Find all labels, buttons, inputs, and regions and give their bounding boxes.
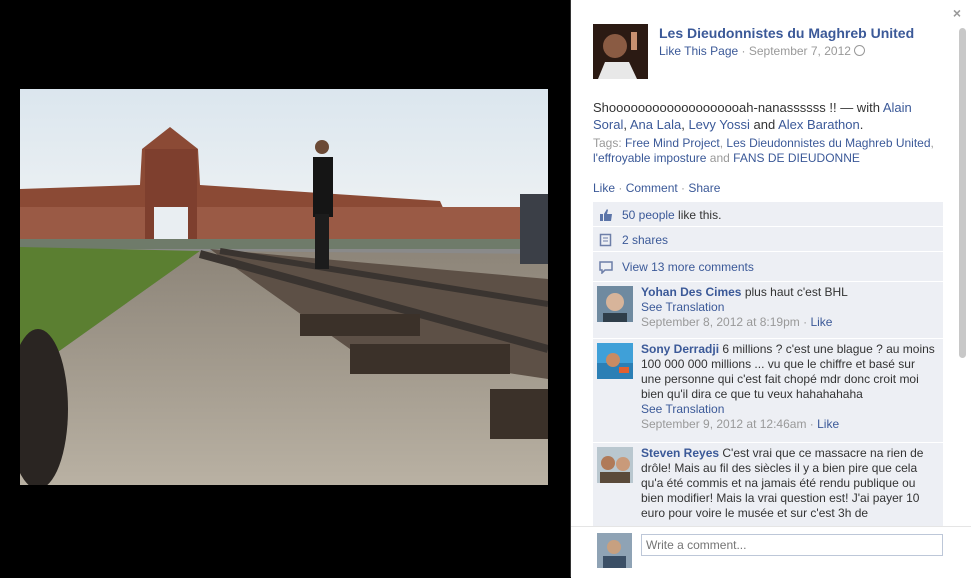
comment-button[interactable]: Comment xyxy=(626,181,678,195)
comment-author[interactable]: Steven Reyes xyxy=(641,446,719,460)
comment-author[interactable]: Yohan Des Cimes xyxy=(641,285,741,299)
comment-time[interactable]: September 8, 2012 at 8:19pm xyxy=(641,315,800,329)
tag-link[interactable]: Les Dieudonnistes du Maghreb United xyxy=(726,136,930,150)
meta-separator: · xyxy=(738,44,749,58)
share-icon xyxy=(599,233,612,247)
comment-like-link[interactable]: Like xyxy=(810,315,832,329)
comment-bubble-icon xyxy=(599,261,613,274)
post-actions: Like · Comment · Share xyxy=(593,181,721,195)
thumbs-up-icon xyxy=(600,209,612,221)
avatar-image xyxy=(597,533,632,568)
tagged-person[interactable]: Ana Lala xyxy=(630,117,681,132)
see-translation-link[interactable]: See Translation xyxy=(641,402,724,416)
shares-row: 2 shares xyxy=(593,227,943,252)
comment-author[interactable]: Sony Derradji xyxy=(641,342,719,356)
more-comments-row: View 13 more comments xyxy=(593,254,943,282)
tag-link[interactable]: l'effroyable imposture xyxy=(593,151,706,165)
tag-link[interactable]: FANS DE DIEUDONNE xyxy=(733,151,860,165)
comment-body: Steven Reyes C'est vrai que ce massacre … xyxy=(641,446,935,521)
photo-image xyxy=(20,89,548,485)
avatar-image xyxy=(597,286,633,322)
shares-link[interactable]: 2 shares xyxy=(622,233,668,247)
see-translation-link[interactable]: See Translation xyxy=(641,300,724,314)
commenter-avatar[interactable] xyxy=(597,447,633,483)
share-button[interactable]: Share xyxy=(688,181,720,195)
likes-link[interactable]: 50 people xyxy=(622,208,675,222)
avatar-image xyxy=(597,343,633,379)
tagged-person[interactable]: Levy Yossi xyxy=(688,117,749,132)
comments-list: Yohan Des Cimes plus haut c'est BHL See … xyxy=(593,282,943,526)
like-button[interactable]: Like xyxy=(593,181,615,195)
likes-row: 50 people like this. xyxy=(593,202,943,227)
page-avatar-image xyxy=(593,24,648,79)
comment-item: Sony Derradji 6 millions ? c'est une bla… xyxy=(593,339,943,443)
photo-viewer xyxy=(0,0,570,577)
comment-composer xyxy=(571,526,971,578)
tags-label: Tags: xyxy=(593,136,626,150)
comment-text: plus haut c'est BHL xyxy=(741,285,848,299)
view-more-comments-link[interactable]: View 13 more comments xyxy=(622,260,754,274)
tag-link[interactable]: Free Mind Project xyxy=(625,136,720,150)
caption-and: and xyxy=(749,117,779,132)
comment-input[interactable] xyxy=(641,534,943,556)
page-avatar[interactable] xyxy=(593,24,648,79)
tagged-person[interactable]: Alex Barathon xyxy=(778,117,860,132)
comment-item: Steven Reyes C'est vrai que ce massacre … xyxy=(593,443,943,526)
post-summary: 50 people like this. 2 shares View 13 mo… xyxy=(593,202,943,282)
comment-time[interactable]: September 9, 2012 at 12:46am xyxy=(641,417,806,431)
globe-icon xyxy=(853,45,865,56)
comment-body: Sony Derradji 6 millions ? c'est une bla… xyxy=(641,342,935,431)
caption-period: . xyxy=(859,117,864,132)
scrollbar[interactable] xyxy=(959,28,966,358)
commenter-avatar[interactable] xyxy=(597,286,633,322)
commenter-avatar[interactable] xyxy=(597,343,633,379)
post-caption: Shooooooooooooooooooah-nanassssss !! — w… xyxy=(593,99,943,133)
post-photo[interactable] xyxy=(20,89,548,485)
caption-text: Shooooooooooooooooooah-nanassssss !! — w… xyxy=(593,100,883,115)
like-page-link[interactable]: Like This Page xyxy=(659,44,738,58)
user-avatar xyxy=(597,533,632,568)
close-icon[interactable]: × xyxy=(953,5,961,21)
post-panel: × Les Dieudonnistes du Maghreb United Li… xyxy=(570,0,971,578)
post-tags: Tags: Free Mind Project, Les Dieudonnist… xyxy=(593,136,934,165)
likes-text: 50 people like this. xyxy=(622,208,722,222)
avatar-image xyxy=(597,447,633,483)
page-name-link[interactable]: Les Dieudonnistes du Maghreb United xyxy=(659,25,914,41)
post-meta: Like This Page · September 7, 2012 xyxy=(659,44,865,58)
post-date[interactable]: September 7, 2012 xyxy=(749,44,851,58)
comment-item: Yohan Des Cimes plus haut c'est BHL See … xyxy=(593,282,943,339)
comment-body: Yohan Des Cimes plus haut c'est BHL See … xyxy=(641,285,848,329)
comment-like-link[interactable]: Like xyxy=(817,417,839,431)
